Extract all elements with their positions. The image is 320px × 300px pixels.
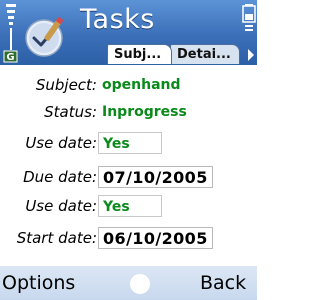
softkey-bar: Options Back [0, 266, 257, 300]
app-header: G Tasks Subj... Detai... [0, 0, 257, 65]
start-date-row: Start date: 06/10/2005 [0, 225, 257, 251]
start-date-label: Start date: [16, 229, 97, 247]
phone-screen: G Tasks Subj... Detai... Subject: openha… [0, 0, 257, 300]
center-select-key[interactable] [130, 274, 150, 294]
status-label: Status: [44, 103, 97, 121]
start-date-field[interactable]: 06/10/2005 [98, 227, 213, 249]
subject-row: Subject: openhand [0, 72, 257, 98]
task-details-form: Subject: openhand Status: Inprogress Use… [0, 65, 257, 249]
options-softkey[interactable]: Options [2, 272, 75, 294]
use-due-date-label: Use date: [25, 134, 97, 152]
app-title: Tasks [80, 4, 155, 35]
status-row: Status: Inprogress [0, 99, 257, 125]
due-date-row: Due date: 07/10/2005 [0, 164, 257, 190]
due-date-field[interactable]: 07/10/2005 [98, 166, 213, 188]
network-indicator-letter: G [6, 52, 14, 63]
signal-strength-icon: G [3, 4, 18, 63]
subject-label: Subject: [35, 76, 97, 94]
status-field[interactable]: Inprogress [98, 101, 191, 123]
tasks-app-icon [25, 17, 64, 57]
battery-icon [242, 4, 256, 31]
back-softkey[interactable]: Back [200, 272, 246, 294]
due-date-label: Due date: [23, 168, 97, 186]
subject-field[interactable]: openhand [98, 74, 185, 96]
use-start-date-label: Use date: [25, 197, 97, 215]
tab-subject[interactable]: Subj... [107, 44, 172, 64]
use-start-date-row: Use date: Yes [0, 193, 257, 219]
use-start-date-field[interactable]: Yes [98, 195, 162, 217]
use-due-date-row: Use date: Yes [0, 130, 257, 156]
use-due-date-field[interactable]: Yes [98, 132, 162, 154]
tab-details[interactable]: Detai... [170, 44, 240, 64]
chevron-right-icon[interactable] [246, 48, 256, 62]
